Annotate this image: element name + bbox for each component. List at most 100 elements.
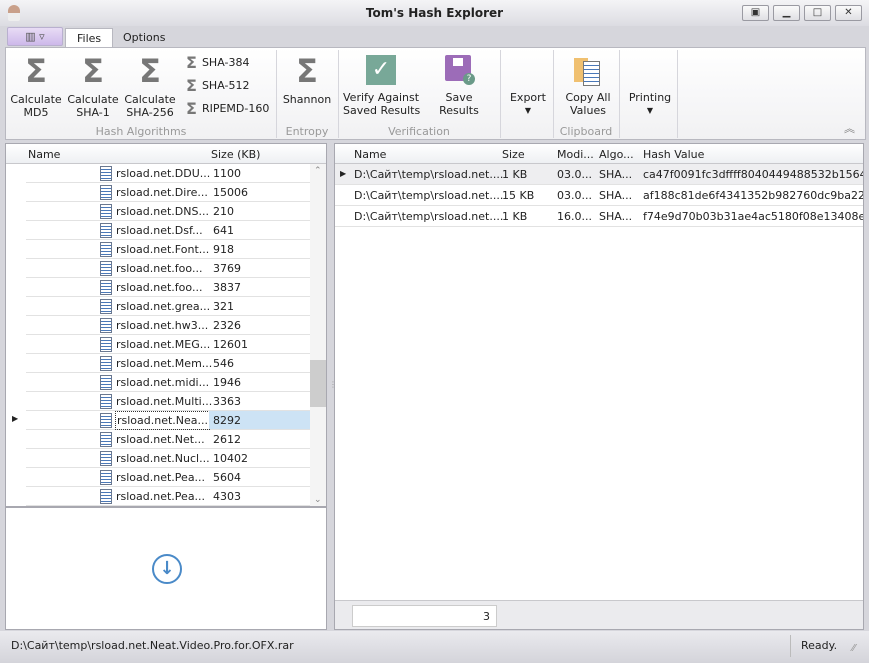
divider bbox=[790, 635, 791, 657]
calculate-sha256-button[interactable]: Σ Calculate SHA-256 bbox=[122, 54, 178, 119]
label: Shannon bbox=[282, 93, 332, 106]
calculate-md5-button[interactable]: Σ Calculate MD5 bbox=[8, 54, 64, 119]
file-row[interactable]: rsload.net.hw3... 2326 bbox=[26, 316, 310, 335]
tab-options[interactable]: Options bbox=[112, 28, 176, 48]
file-row[interactable]: rsload.net.DDU... 1100 bbox=[26, 164, 310, 183]
file-row[interactable]: rsload.net.Dsf... 641 bbox=[26, 221, 310, 240]
file-icon bbox=[100, 356, 112, 371]
resize-grip-icon[interactable]: ⁄⁄ bbox=[852, 643, 855, 654]
close-button[interactable]: ✕ bbox=[835, 5, 862, 21]
file-size: 918 bbox=[213, 243, 234, 256]
file-row[interactable]: rsload.net.foo... 3837 bbox=[26, 278, 310, 297]
column-header-size[interactable]: Size (KB) bbox=[211, 148, 260, 161]
copy-all-values-button[interactable]: Copy All Values bbox=[556, 55, 620, 117]
results-grid-header: Name Size Modi... Algo... Hash Value bbox=[335, 144, 863, 164]
label: Printing bbox=[628, 91, 672, 104]
result-algorithm: SHA... bbox=[599, 210, 633, 223]
file-row[interactable]: rsload.net.foo... 3769 bbox=[26, 259, 310, 278]
save-results-button[interactable]: ? Save Results bbox=[424, 55, 494, 117]
file-name: rsload.net.Dire... bbox=[116, 186, 208, 199]
sigma-icon: Σ bbox=[25, 52, 47, 90]
file-row[interactable]: rsload.net.Nea... 8292 bbox=[26, 411, 310, 430]
file-icon bbox=[100, 413, 112, 428]
file-row[interactable]: rsload.net.Mem... 546 bbox=[26, 354, 310, 373]
file-row[interactable]: rsload.net.midi... 1946 bbox=[26, 373, 310, 392]
result-row[interactable]: ▶ D:\Сайт\temp\rsload.net.... 1 KB 03.0... S… bbox=[335, 164, 863, 185]
scroll-up-icon[interactable]: ⌃ bbox=[314, 166, 322, 176]
file-name: rsload.net.foo... bbox=[116, 281, 203, 294]
column-header-name[interactable]: Name bbox=[354, 148, 386, 161]
file-size: 3769 bbox=[213, 262, 241, 275]
export-button[interactable]: Export ▼ bbox=[503, 91, 553, 117]
shannon-button[interactable]: Σ Shannon bbox=[280, 54, 334, 106]
maximize-button[interactable]: □ bbox=[804, 5, 831, 21]
column-header-hash[interactable]: Hash Value bbox=[643, 148, 704, 161]
file-grid-scrollbar[interactable]: ⌄ ⌃ bbox=[310, 164, 326, 506]
verify-button[interactable]: ✓ Verify Against Saved Results bbox=[343, 55, 421, 117]
column-header-algorithm[interactable]: Algo... bbox=[599, 148, 634, 161]
results-footer: 3 bbox=[335, 600, 863, 629]
file-row[interactable]: rsload.net.Dire... 15006 bbox=[26, 183, 310, 202]
file-row[interactable]: rsload.net.Nucl... 10402 bbox=[26, 449, 310, 468]
tab-files[interactable]: Files bbox=[65, 28, 114, 48]
file-icon bbox=[100, 318, 112, 333]
restore-layout-button[interactable]: ▣ bbox=[742, 5, 769, 21]
file-icon bbox=[100, 337, 112, 352]
sha512-button[interactable]: Σ SHA-512 bbox=[186, 76, 249, 95]
file-size: 2326 bbox=[213, 319, 241, 332]
result-hash: f74e9d70b03b31ae4ac5180f08e13408e0... bbox=[643, 210, 864, 223]
column-header-modified[interactable]: Modi... bbox=[557, 148, 594, 161]
sigma-icon: Σ bbox=[186, 76, 197, 95]
file-name: rsload.net.MEG... bbox=[116, 338, 211, 351]
result-size: 1 KB bbox=[502, 168, 528, 181]
ripemd160-button[interactable]: Σ RIPEMD-160 bbox=[186, 99, 269, 118]
result-row[interactable]: D:\Сайт\temp\rsload.net.... 15 KB 03.0... S… bbox=[335, 185, 863, 206]
label: Save Results bbox=[439, 91, 479, 117]
result-name: D:\Сайт\temp\rsload.net.... bbox=[354, 210, 504, 223]
group-label-entropy: Entropy bbox=[285, 125, 329, 138]
file-size: 321 bbox=[213, 300, 234, 313]
file-size: 641 bbox=[213, 224, 234, 237]
file-row[interactable]: rsload.net.Font... 918 bbox=[26, 240, 310, 259]
arrow-down-circle-icon[interactable]: ↓ bbox=[152, 554, 182, 584]
result-algorithm: SHA... bbox=[599, 168, 633, 181]
file-size: 4303 bbox=[213, 490, 241, 503]
file-row[interactable]: rsload.net.grea... 321 bbox=[26, 297, 310, 316]
file-name: rsload.net.foo... bbox=[116, 262, 203, 275]
file-name: rsload.net.Font... bbox=[116, 243, 210, 256]
column-header-name[interactable]: Name bbox=[28, 148, 60, 161]
file-row[interactable]: rsload.net.DNS... 210 bbox=[26, 202, 310, 221]
result-row[interactable]: D:\Сайт\temp\rsload.net.... 1 KB 16.0... SH… bbox=[335, 206, 863, 227]
collapse-ribbon-icon[interactable]: ︽ bbox=[844, 120, 855, 136]
sigma-icon: Σ bbox=[82, 52, 104, 90]
detail-panel: ↓ bbox=[5, 507, 327, 630]
file-row[interactable]: rsload.net.MEG... 12601 bbox=[26, 335, 310, 354]
file-icon bbox=[100, 185, 112, 200]
file-size: 12601 bbox=[213, 338, 248, 351]
file-row[interactable]: rsload.net.Multi... 3363 bbox=[26, 392, 310, 411]
file-icon bbox=[100, 261, 112, 276]
checkmark-icon: ✓ bbox=[366, 55, 396, 85]
sha384-button[interactable]: Σ SHA-384 bbox=[186, 53, 249, 72]
minimize-button[interactable]: ▁ bbox=[773, 5, 800, 21]
label: Calculate MD5 bbox=[10, 93, 62, 119]
scroll-down-icon[interactable]: ⌄ bbox=[314, 495, 322, 505]
file-row[interactable]: rsload.net.Pea... 5604 bbox=[26, 468, 310, 487]
file-size: 2612 bbox=[213, 433, 241, 446]
group-label-verification: Verification bbox=[388, 125, 450, 138]
file-name: rsload.net.Nea... bbox=[114, 411, 211, 430]
calculate-sha1-button[interactable]: Σ Calculate SHA-1 bbox=[65, 54, 121, 119]
label: Verify Against Saved Results bbox=[343, 91, 421, 117]
result-modified: 03.0... bbox=[557, 168, 592, 181]
file-row[interactable]: rsload.net.Net... 2612 bbox=[26, 430, 310, 449]
status-path: D:\Сайт\temp\rsload.net.Neat.Video.Pro.f… bbox=[11, 639, 294, 652]
scrollbar-thumb[interactable] bbox=[310, 360, 326, 407]
app-menu-button[interactable]: ▥ ▿ bbox=[7, 27, 63, 46]
label: Calculate SHA-256 bbox=[124, 93, 176, 119]
status-state: Ready. bbox=[801, 639, 838, 652]
file-row[interactable]: rsload.net.Pea... 4303 bbox=[26, 487, 310, 506]
file-name: rsload.net.midi... bbox=[116, 376, 210, 389]
file-name: rsload.net.hw3... bbox=[116, 319, 209, 332]
printing-button[interactable]: Printing ▼ bbox=[622, 91, 678, 117]
column-header-size[interactable]: Size bbox=[502, 148, 525, 161]
